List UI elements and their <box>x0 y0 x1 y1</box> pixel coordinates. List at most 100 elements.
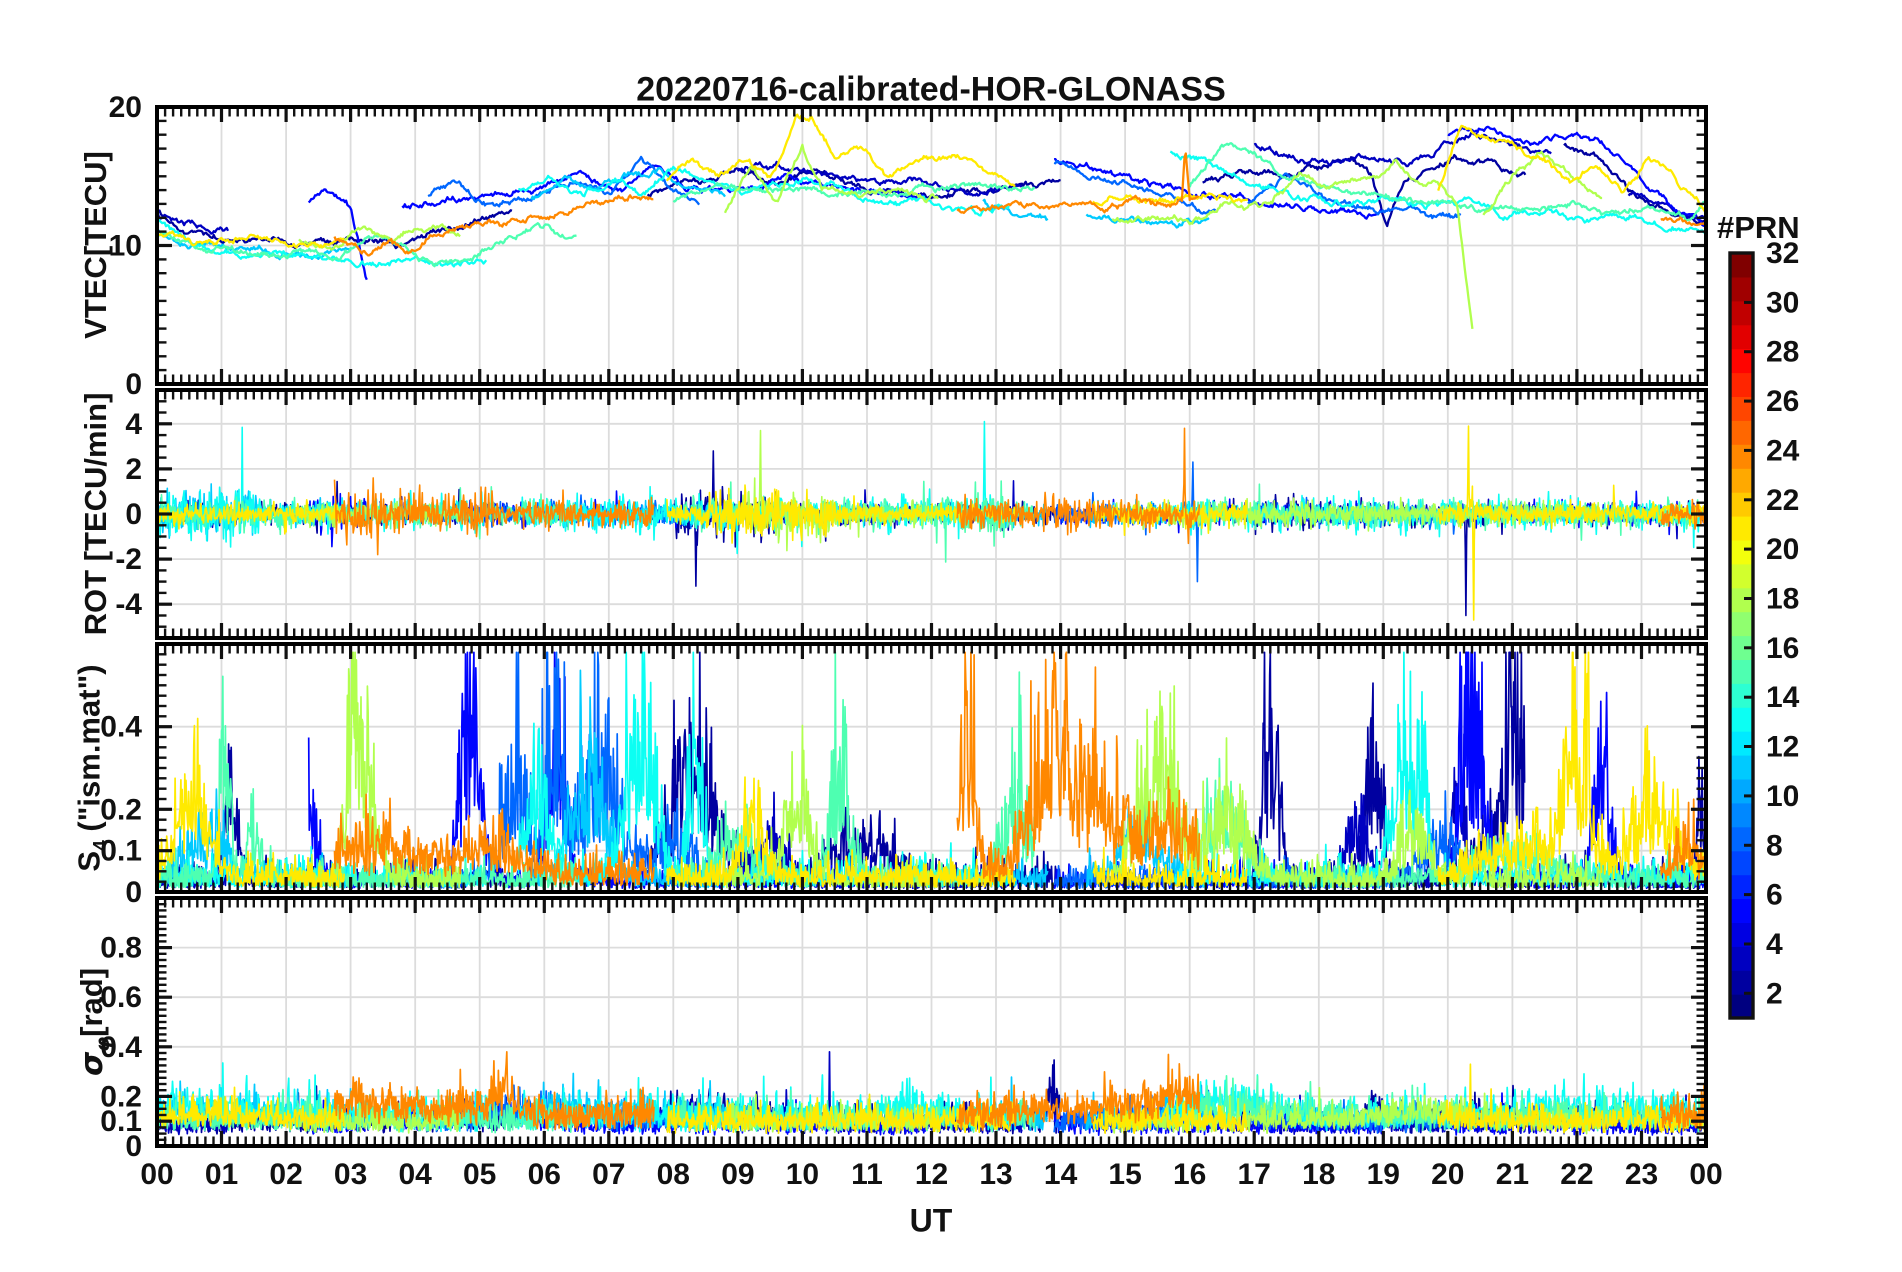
series-prn24-vtec <box>956 152 1200 215</box>
xtick-label: 12 <box>915 1158 948 1191</box>
colorbar-tick-label: 24 <box>1766 434 1800 467</box>
colorbar-title: #PRN <box>1717 210 1800 245</box>
series-prn8-vtec <box>1053 159 1217 215</box>
colorbar-band <box>1730 300 1753 326</box>
ytick-label-rot: 4 <box>125 408 142 441</box>
xtick-label: 22 <box>1560 1158 1593 1191</box>
ylabel-rot-text: ROT [TECU/min] <box>78 392 113 636</box>
colorbar-band <box>1730 826 1753 852</box>
series-prn11-vtec <box>1085 213 1210 229</box>
colorbar-band <box>1730 707 1753 732</box>
series-prn21-vtec <box>665 113 1016 187</box>
colorbar-band <box>1730 994 1753 1019</box>
xtick-label: 00 <box>140 1158 173 1191</box>
xtick-label: 14 <box>1044 1158 1078 1191</box>
colorbar-band <box>1730 468 1753 493</box>
colorbar-tick-label: 16 <box>1766 632 1799 665</box>
ytick-label-s4: 0 <box>125 876 142 909</box>
ytick-label-vtec: 20 <box>109 91 142 124</box>
ytick-label-vtec: 0 <box>125 368 142 401</box>
colorbar: 2468101214161820222426283032 <box>1728 237 1800 1020</box>
colorbar-band <box>1730 946 1753 971</box>
x-tick-labels: 00 01 02 03 04 05 06 07 08 09 10 11 12 13 14 15 16 17 18 19… <box>140 1158 1722 1191</box>
ytick-label-rot: -2 <box>115 543 142 576</box>
ytick-label-sigma: 0.2 <box>100 1080 142 1113</box>
series-prn24-rot <box>333 477 655 556</box>
colorbar-tick-label: 12 <box>1766 731 1799 764</box>
xtick-label: 09 <box>721 1158 754 1191</box>
panel-vtec-grid <box>159 109 1704 382</box>
colorbar-tick-label: 2 <box>1766 977 1783 1010</box>
xtick-label: 23 <box>1625 1158 1658 1191</box>
colorbar-tick-label: 28 <box>1766 336 1799 369</box>
ylabel-s4: S4 ("ism.mat") <box>72 664 113 871</box>
colorbar-band <box>1730 659 1753 684</box>
series-prn13-rot <box>518 420 1010 555</box>
colorbar-tick-label: 6 <box>1766 879 1783 912</box>
xtick-label: 10 <box>786 1158 819 1191</box>
colorbar-tick-label: 30 <box>1766 286 1799 319</box>
ytick-label-rot: 2 <box>125 453 142 486</box>
ylabel-s4-sub: 4 <box>90 840 112 851</box>
ylabel-sigma-post: [rad] <box>74 967 110 1037</box>
series-prn18-rot <box>724 429 939 552</box>
xtick-label: 13 <box>979 1158 1012 1191</box>
colorbar-band <box>1730 420 1753 445</box>
xtick-label: 19 <box>1367 1158 1400 1191</box>
xtick-label: 20 <box>1431 1158 1464 1191</box>
figure-root: 0 10 20 -4 -2 0 2 4 0 0.1 0.2 0.4 0 0.1 0.2 0.4 0.6 0.8 00… <box>0 0 1902 1272</box>
xtick-label: 07 <box>592 1158 625 1191</box>
colorbar-band <box>1730 539 1753 565</box>
ylabel-sigma-sub: φ <box>90 1036 114 1052</box>
ylabel-vtec: VTEC[TECU] <box>78 151 114 339</box>
xtick-label: 05 <box>463 1158 496 1191</box>
colorbar-tick-label: 20 <box>1766 533 1799 566</box>
colorbar-band <box>1730 970 1753 995</box>
plot-canvas: 01020-4-202400.10.20.400.10.20.40.60.800… <box>100 91 1800 1191</box>
colorbar-tick-label: 18 <box>1766 583 1799 616</box>
colorbar-band <box>1730 563 1753 589</box>
xtick-label: 21 <box>1496 1158 1529 1191</box>
xtick-label: 08 <box>657 1158 690 1191</box>
colorbar-band <box>1730 802 1753 828</box>
colorbar-tick-label: 22 <box>1766 484 1799 517</box>
colorbar-band <box>1730 755 1753 780</box>
colorbar-tick-label: 10 <box>1766 780 1799 813</box>
colorbar-band <box>1730 516 1753 541</box>
colorbar-band <box>1730 492 1753 517</box>
ylabel-sigma-main: σ <box>74 1051 111 1077</box>
chart-title: 20220716-calibrated-HOR-GLONASS <box>636 70 1226 109</box>
colorbar-band <box>1730 850 1753 876</box>
colorbar-band <box>1730 731 1753 756</box>
colorbar-band <box>1730 444 1753 469</box>
xtick-label: 17 <box>1238 1158 1271 1191</box>
xtick-label: 02 <box>269 1158 302 1191</box>
ytick-label-sigma: 0.8 <box>100 932 142 965</box>
colorbar-tick-label: 26 <box>1766 385 1799 418</box>
xtick-label: 11 <box>851 1158 883 1191</box>
colorbar-band <box>1730 611 1753 637</box>
ylabel-rot: ROT [TECU/min] <box>78 393 114 636</box>
colorbar-band <box>1730 898 1753 923</box>
xtick-label: 04 <box>399 1158 433 1191</box>
xtick-label: 01 <box>205 1158 238 1191</box>
ylabel-s4-post: ("ism.mat") <box>71 664 107 841</box>
colorbar-band <box>1730 324 1753 350</box>
colorbar-tick-label: 4 <box>1766 928 1783 961</box>
ylabel-s4-main: S <box>71 850 107 872</box>
colorbar-band <box>1730 276 1753 302</box>
colorbar-band <box>1730 683 1753 708</box>
x-axis-label: UT <box>909 1202 953 1239</box>
ylabel-vtec-text: VTEC[TECU] <box>78 151 113 339</box>
ytick-label-rot: -4 <box>115 588 142 621</box>
ylabel-sigma: σφ[rad] <box>74 968 114 1076</box>
colorbar-band <box>1730 778 1753 804</box>
ytick-label-rot: 0 <box>125 498 142 531</box>
xtick-label: 06 <box>528 1158 561 1191</box>
colorbar-band <box>1730 372 1753 397</box>
xtick-label: 18 <box>1302 1158 1335 1191</box>
xtick-label: 00 <box>1689 1158 1722 1191</box>
xtick-label: 16 <box>1173 1158 1206 1191</box>
xtick-label: 03 <box>334 1158 367 1191</box>
colorbar-tick-label: 8 <box>1766 829 1783 862</box>
